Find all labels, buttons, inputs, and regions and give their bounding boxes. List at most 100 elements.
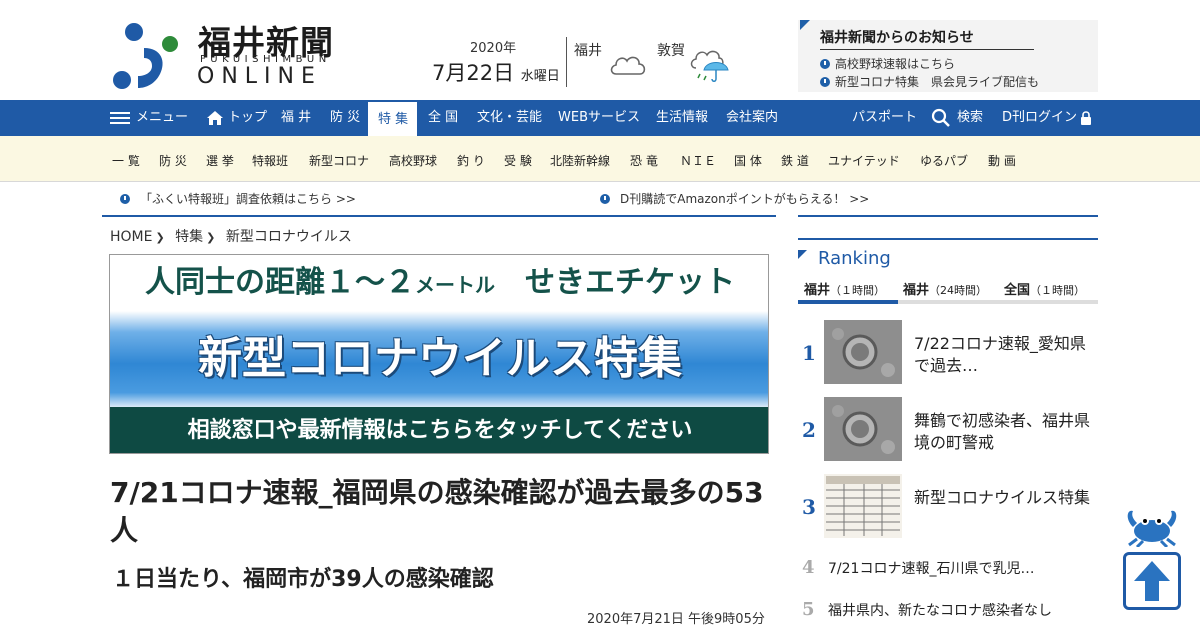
article-headline: 7/21コロナ速報_福岡県の感染確認が過去最多の53人 <box>110 476 764 547</box>
rank-item-title[interactable]: 舞鶴で初感染者、福井県境の町警戒 <box>914 410 1099 454</box>
nav-item-top[interactable]: トップ <box>206 100 267 136</box>
search-label: 検索 <box>957 110 984 125</box>
rank-number: 5 <box>802 599 815 620</box>
tab-period: （１時間） <box>1030 284 1086 297</box>
tab-underline-active <box>798 300 898 304</box>
subnav-item[interactable]: 国 体 <box>734 152 762 169</box>
date-display: 7月22日 水曜日 <box>432 57 560 87</box>
home-icon <box>207 111 223 125</box>
weather-city-tsuruga: 敦賀 <box>657 43 685 59</box>
search-icon <box>931 108 950 127</box>
subnav-item[interactable]: 動 画 <box>988 152 1016 169</box>
nav-item-web[interactable]: WEBサービス <box>558 100 640 136</box>
rank-number: 3 <box>802 495 816 519</box>
rank-number: 1 <box>802 341 816 365</box>
nav-item-label: トップ <box>228 110 268 125</box>
subnav-item[interactable]: 一 覧 <box>112 152 140 169</box>
nav-item-culture[interactable]: 文化・芸能 <box>477 100 542 136</box>
breadcrumb-current: 新型コロナウイルス <box>225 229 352 245</box>
banner-top-c: せきエチケット <box>495 265 735 300</box>
chevron-right-icon: ❯ <box>206 231 216 244</box>
passport-link[interactable]: パスポート <box>852 100 917 136</box>
nav-item-zenkoku[interactable]: 全 国 <box>428 100 458 136</box>
table-thumbnail[interactable] <box>824 474 902 538</box>
banner-top-b: メートル <box>415 273 495 297</box>
ranking-tab-zenkoku-1h[interactable]: 全国（１時間） <box>1004 279 1085 298</box>
ticker-label: 「ふくい特報班」調査依頼はこちら >> <box>140 192 356 206</box>
chevron-right-icon: ❯ <box>155 231 165 244</box>
ranking-tab-fukui-1h[interactable]: 福井（１時間） <box>804 279 885 298</box>
rank-item-title[interactable]: 新型コロナウイルス特集 <box>914 487 1099 509</box>
banner-cta: 相談窓口や最新情報はこちらをタッチしてください <box>110 407 768 453</box>
subnav-item[interactable]: 恐 竜 <box>630 152 658 169</box>
breadcrumb: HOME ❯ 特集 ❯ 新型コロナウイルス <box>110 226 352 246</box>
ticker-item[interactable]: 「ふくい特報班」調査依頼はこちら >> <box>120 190 356 207</box>
rank-number: 4 <box>802 557 815 578</box>
subnav-item[interactable]: ユナイテッド <box>828 152 900 169</box>
ranking-tab-fukui-24h[interactable]: 福井（24時間） <box>903 279 987 298</box>
ranking-corner <box>798 250 807 259</box>
logo-mark-icon[interactable] <box>110 20 182 92</box>
search-button[interactable]: 検索 <box>931 100 983 136</box>
menu-button[interactable]: メニュー <box>110 100 188 136</box>
subnav-item[interactable]: 釣 り <box>457 152 485 169</box>
rank-item-title[interactable]: 福井県内、新たなコロナ感染者なし <box>828 600 1052 620</box>
article-subhead: １日当たり、福岡市が39人の感染確認 <box>112 567 494 592</box>
divider <box>102 215 776 217</box>
rank-number: 2 <box>802 418 816 442</box>
info-icon <box>600 193 610 204</box>
hamburger-icon <box>110 109 130 127</box>
breadcrumb-tokushu[interactable]: 特集 <box>175 229 203 245</box>
rank-item-title[interactable]: 7/22コロナ速報_愛知県で過去… <box>914 333 1099 377</box>
banner-top-text: 人同士の距離１～２メートル せきエチケット <box>110 255 768 311</box>
cloud-icon <box>610 56 646 75</box>
notice-item-label: 高校野球速報はこちら <box>835 57 956 71</box>
subnav-item[interactable]: ＮＩＥ <box>680 152 716 169</box>
ticker-label: D刊購読でAmazonポイントがもらえる！ >> <box>620 192 870 206</box>
notice-item[interactable]: 高校野球速報はこちら <box>820 55 955 72</box>
info-icon <box>820 76 830 87</box>
nav-item-bousai[interactable]: 防 災 <box>330 100 360 136</box>
virus-thumbnail[interactable] <box>824 320 902 384</box>
notice-item-label: 新型コロナ特集 県会見ライブ配信も <box>835 75 1040 89</box>
ticker-item[interactable]: D刊購読でAmazonポイントがもらえる！ >> <box>600 190 869 207</box>
divider <box>566 37 567 87</box>
breadcrumb-home[interactable]: HOME <box>110 229 152 245</box>
subnav-item[interactable]: 新型コロナ <box>309 152 369 169</box>
article-date: 2020年7月21日 午後9時05分 <box>587 612 765 627</box>
banner-title: 新型コロナウイルス特集 <box>110 311 768 407</box>
divider <box>798 215 1098 217</box>
corona-banner[interactable]: 人同士の距離１～２メートル せきエチケット 新型コロナウイルス特集 相談窓口や最… <box>109 254 769 454</box>
virus-thumbnail[interactable] <box>824 397 902 461</box>
notice-title: 福井新聞からのお知らせ <box>820 27 1034 50</box>
info-icon <box>120 193 130 204</box>
tab-label: 福井 <box>903 283 930 298</box>
date-year: 2020年 <box>470 41 517 56</box>
nav-item-life[interactable]: 生活情報 <box>656 100 708 136</box>
notice-item[interactable]: 新型コロナ特集 県会見ライブ配信も <box>820 73 1039 90</box>
logo-online: ONLINE <box>197 64 322 89</box>
nav-item-fukui[interactable]: 福 井 <box>281 100 311 136</box>
arrow-up-icon <box>1134 561 1170 601</box>
nav-item-tokushu[interactable]: 特 集 <box>368 102 417 136</box>
subnav-item[interactable]: 受 験 <box>504 152 532 169</box>
banner-top-a: 人同士の距離１～２ <box>145 265 415 300</box>
divider <box>798 238 1098 240</box>
subnav-item[interactable]: 防 災 <box>159 152 187 169</box>
subnav-item[interactable]: 高校野球 <box>389 152 437 169</box>
page-top-button[interactable] <box>1123 552 1181 610</box>
rank-item-title[interactable]: 7/21コロナ速報_石川県で乳児… <box>828 558 1034 578</box>
login-button[interactable]: D刊ログイン <box>1002 100 1092 136</box>
date-day: 7月22日 <box>432 61 515 85</box>
tab-label: 全国 <box>1004 283 1031 298</box>
subnav-item[interactable]: ゆるパブ <box>920 152 968 169</box>
lock-icon <box>1081 111 1092 125</box>
info-icon <box>820 58 830 69</box>
tab-label: 福井 <box>804 283 831 298</box>
subnav-item[interactable]: 北陸新幹線 <box>550 152 610 169</box>
date-weekday: 水曜日 <box>520 69 560 84</box>
subnav-item[interactable]: 鉄 道 <box>781 152 809 169</box>
subnav-item[interactable]: 選 挙 <box>206 152 234 169</box>
nav-item-company[interactable]: 会社案内 <box>726 100 778 136</box>
subnav-item[interactable]: 特報班 <box>252 152 288 169</box>
